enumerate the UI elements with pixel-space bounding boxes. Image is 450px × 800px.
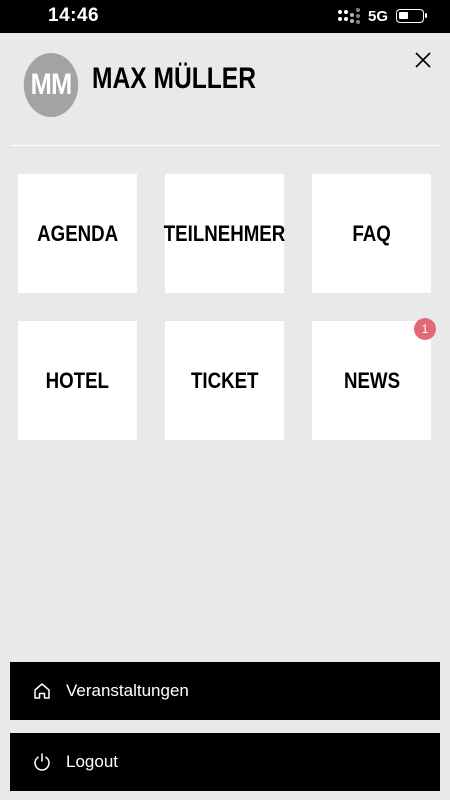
tile-faq[interactable]: FAQ xyxy=(312,174,431,293)
home-icon xyxy=(34,683,50,699)
status-icons: 5G xyxy=(337,7,427,25)
network-label: 5G xyxy=(367,7,388,25)
close-icon xyxy=(415,52,431,68)
veranstaltungen-button[interactable]: Veranstaltungen xyxy=(10,662,440,720)
tile-label: AGENDA xyxy=(36,220,119,246)
tile-hotel[interactable]: HOTEL xyxy=(18,321,137,440)
news-badge: 1 xyxy=(414,318,436,340)
user-name: MAX MÜLLER xyxy=(92,62,256,95)
tile-label: FAQ xyxy=(352,220,391,246)
menu-label: Veranstaltungen xyxy=(66,681,189,700)
tile-label: NEWS xyxy=(343,367,400,393)
tile-label: TICKET xyxy=(190,367,259,393)
close-button[interactable] xyxy=(414,51,432,69)
menu-label: Logout xyxy=(66,752,118,771)
battery-icon xyxy=(396,9,427,23)
tile-teilnehmer[interactable]: TEILNEHMER xyxy=(163,174,286,293)
status-time: 14:46 xyxy=(48,5,100,26)
tile-news[interactable]: NEWS xyxy=(312,321,431,440)
status-bar: 14:46 5G xyxy=(0,0,450,33)
tile-ticket[interactable]: TICKET xyxy=(165,321,284,440)
avatar: MM xyxy=(23,53,79,117)
logout-button[interactable]: Logout xyxy=(10,733,440,791)
tile-agenda[interactable]: AGENDA xyxy=(18,174,137,293)
power-icon xyxy=(34,753,50,771)
tile-label: HOTEL xyxy=(45,367,110,393)
tile-label: TEILNEHMER xyxy=(163,220,286,246)
divider xyxy=(10,145,440,146)
signal-icon xyxy=(337,8,362,24)
